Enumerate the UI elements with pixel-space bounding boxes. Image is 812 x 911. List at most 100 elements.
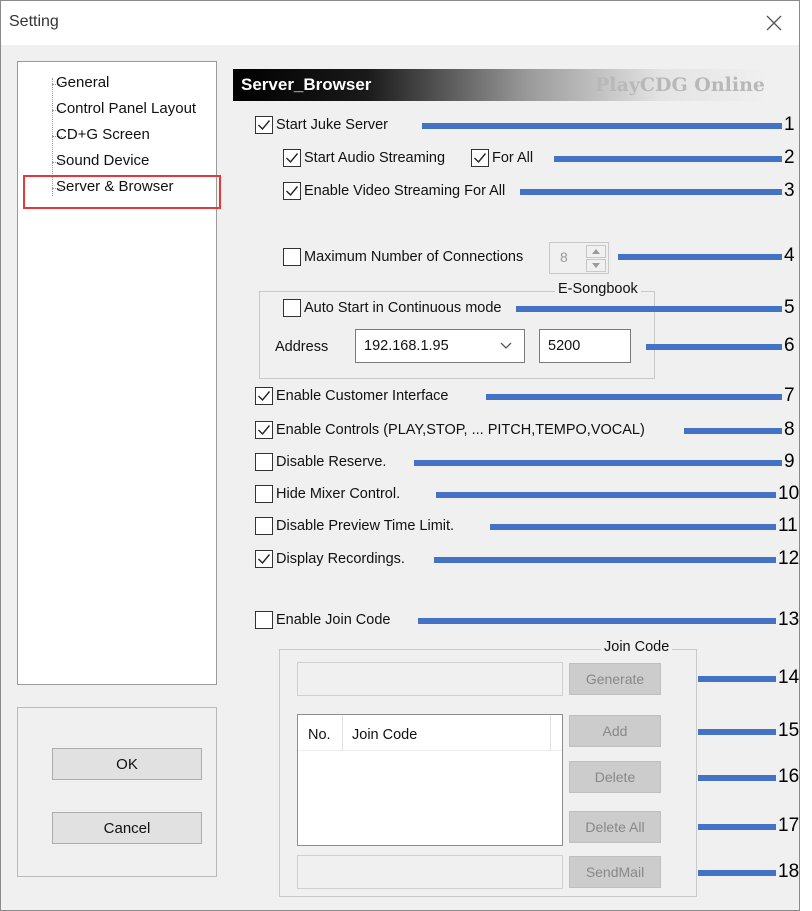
display-recordings-checkbox[interactable] [255,550,273,568]
callout-line [684,428,782,434]
callout-line [486,394,782,400]
email-field[interactable] [297,855,563,889]
enable-controls-checkbox[interactable] [255,421,273,439]
callout-line [698,775,776,781]
join-code-field[interactable] [297,662,563,696]
callout-number: 5 [784,297,795,318]
triangle-up-icon [592,249,600,254]
address-select[interactable]: 192.168.1.95 [355,329,525,363]
hide-mixer-control-label: Hide Mixer Control. [276,486,401,502]
panel-title: Server_Browser [241,75,372,94]
column-divider [342,715,343,751]
close-button[interactable] [757,7,791,39]
column-join-code[interactable]: Join Code [352,727,417,743]
enable-customer-interface-checkbox[interactable] [255,387,273,405]
callout-number: 3 [784,180,795,201]
auto-start-label: Auto Start in Continuous mode [304,300,502,316]
auto-start-option[interactable]: Auto Start in Continuous mode [283,299,501,317]
callout-line [436,492,776,498]
start-juke-server-label: Start Juke Server [276,117,389,133]
disable-preview-time-limit-checkbox[interactable] [255,517,273,535]
address-value: 192.168.1.95 [364,338,449,354]
max-connections-spinner[interactable]: 8 [549,242,609,274]
checkmark-icon [258,554,271,565]
ok-button[interactable]: OK [52,748,202,780]
delete-all-button[interactable]: Delete All [569,811,661,843]
tree-item-cdg-screen[interactable]: CD+G Screen [56,126,150,143]
disable-reserve-checkbox[interactable] [255,453,273,471]
checkmark-icon [258,120,271,131]
callout-number: 13 [778,609,800,630]
sendmail-button[interactable]: SendMail [569,856,661,888]
spin-down-button[interactable] [586,259,606,272]
enable-join-code-option[interactable]: Enable Join Code [255,611,390,629]
spin-up-button[interactable] [586,245,606,258]
port-field[interactable]: 5200 [539,329,631,363]
dialog-button-group: OK Cancel [17,707,217,877]
tree-item-control-panel-layout[interactable]: Control Panel Layout [56,100,196,117]
hide-mixer-control-checkbox[interactable] [255,485,273,503]
add-button[interactable]: Add [569,715,661,747]
selected-item-highlight [23,175,221,209]
callout-line [554,156,782,162]
tree-item-general[interactable]: General [56,74,109,91]
callout-number: 6 [784,335,795,356]
enable-video-streaming-checkbox[interactable] [283,182,301,200]
callout-number: 2 [784,147,795,168]
enable-controls-label: Enable Controls (PLAY,STOP, ... PITCH,TE… [276,422,645,438]
enable-join-code-checkbox[interactable] [255,611,273,629]
join-code-list[interactable]: No. Join Code [297,714,563,846]
callout-line [434,557,776,563]
hide-mixer-control-option[interactable]: Hide Mixer Control. [255,485,400,503]
callout-line [414,460,782,466]
callout-number: 11 [778,515,798,536]
column-divider [550,715,551,751]
delete-button[interactable]: Delete [569,761,661,793]
callout-line [698,729,776,735]
enable-video-streaming-label: Enable Video Streaming For All [304,183,506,199]
callout-number: 14 [778,667,800,688]
checkmark-icon [258,425,271,436]
callout-number: 17 [778,815,800,836]
disable-preview-time-limit-label: Disable Preview Time Limit. [276,518,455,534]
enable-customer-interface-option[interactable]: Enable Customer Interface [255,387,448,405]
for-all-checkbox[interactable] [471,149,489,167]
settings-window: Setting General Control Panel Layout CD+… [0,0,800,911]
callout-line [418,618,776,624]
disable-reserve-option[interactable]: Disable Reserve. [255,453,386,471]
callout-line [618,254,782,260]
max-connections-option[interactable]: Maximum Number of Connections [283,248,523,266]
callout-line [490,524,776,530]
tree-item-sound-device[interactable]: Sound Device [56,152,149,169]
enable-controls-option[interactable]: Enable Controls (PLAY,STOP, ... PITCH,TE… [255,421,645,439]
start-audio-streaming-checkbox[interactable] [283,149,301,167]
generate-button[interactable]: Generate [569,663,661,695]
callout-number: 16 [778,766,800,787]
enable-video-streaming-option[interactable]: Enable Video Streaming For All [283,182,505,200]
callout-line [646,344,782,350]
enable-join-code-label: Enable Join Code [276,612,391,628]
settings-tree: General Control Panel Layout CD+G Screen… [17,61,217,685]
start-juke-server-option[interactable]: Start Juke Server [255,116,388,134]
disable-preview-time-limit-option[interactable]: Disable Preview Time Limit. [255,517,454,535]
chevron-down-icon [500,342,512,349]
start-audio-streaming-option[interactable]: Start Audio Streaming [283,149,445,167]
start-juke-server-checkbox[interactable] [255,116,273,134]
callout-line [698,870,776,876]
start-audio-streaming-label: Start Audio Streaming [304,150,446,166]
callout-number: 4 [784,245,795,266]
address-label: Address [275,339,329,355]
checkmark-icon [258,391,271,402]
callout-number: 18 [778,861,800,882]
callout-line [698,676,776,682]
column-no[interactable]: No. [308,727,331,743]
display-recordings-option[interactable]: Display Recordings. [255,550,405,568]
auto-start-checkbox[interactable] [283,299,301,317]
max-connections-checkbox[interactable] [283,248,301,266]
callout-number: 15 [778,720,800,741]
for-all-option[interactable]: For All [471,149,533,167]
esongbook-legend: E-Songbook [555,281,641,297]
callout-number: 1 [784,114,795,135]
callout-number: 10 [778,483,800,504]
cancel-button[interactable]: Cancel [52,812,202,844]
